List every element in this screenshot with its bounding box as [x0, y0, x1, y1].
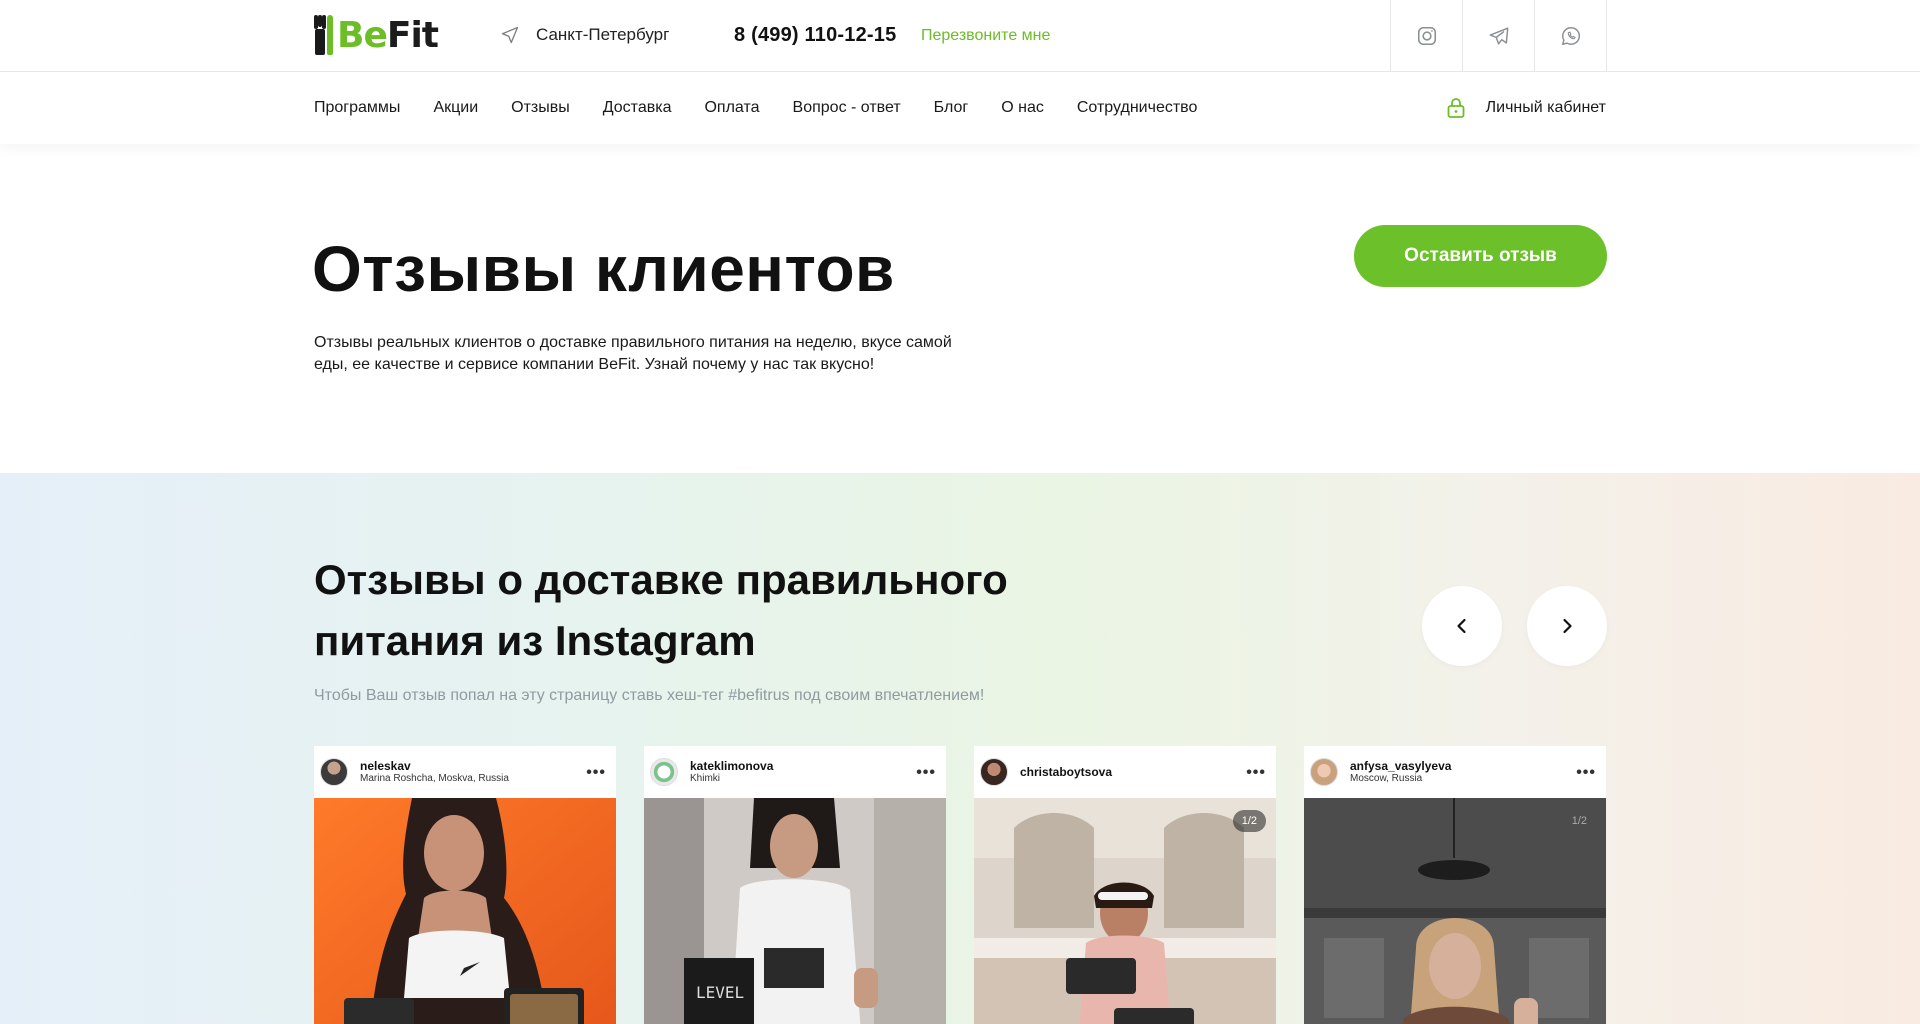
post-header: christaboytsova •••	[974, 746, 1276, 798]
post-username: anfysa_vasylyeva	[1350, 759, 1452, 773]
whatsapp-link[interactable]	[1535, 0, 1607, 72]
nav-item-faq[interactable]: Вопрос - ответ	[793, 99, 901, 117]
city-label: Санкт-Петербург	[536, 25, 670, 44]
nav-item-delivery[interactable]: Доставка	[603, 99, 672, 117]
nav-item-blog[interactable]: Блог	[934, 99, 969, 117]
more-options-icon[interactable]: •••	[1576, 764, 1596, 782]
logo-text: BeFit	[337, 15, 439, 56]
main-nav: Программы Акции Отзывы Доставка Оплата В…	[0, 72, 1920, 144]
more-options-icon[interactable]: •••	[1246, 764, 1266, 782]
logo-fork-knife-icon	[314, 15, 334, 57]
post-image: 1/2	[974, 798, 1276, 1024]
instagram-post[interactable]: anfysa_vasylyeva Moscow, Russia ••• 1/2	[1304, 746, 1606, 1024]
slide-counter: 1/2	[1232, 810, 1266, 832]
avatar	[980, 758, 1008, 786]
carousel-prev-button[interactable]	[1422, 586, 1502, 666]
nav-item-reviews[interactable]: Отзывы	[511, 99, 570, 117]
instagram-section-subtitle: Чтобы Ваш отзыв попал на эту страницу ст…	[314, 687, 985, 704]
lock-icon	[1447, 98, 1465, 118]
more-options-icon[interactable]: •••	[916, 764, 936, 782]
nav-item-cooperation[interactable]: Сотрудничество	[1077, 99, 1198, 117]
leave-review-button[interactable]: Оставить отзыв	[1354, 225, 1607, 287]
more-options-icon[interactable]: •••	[586, 764, 606, 782]
post-username: kateklimonova	[690, 759, 774, 773]
logo[interactable]: BeFit	[314, 15, 439, 57]
telegram-link[interactable]	[1463, 0, 1535, 72]
chevron-left-icon	[1457, 618, 1466, 634]
carousel-next-button[interactable]	[1527, 586, 1607, 666]
page-description: Отзывы реальных клиентов о доставке прав…	[314, 334, 952, 373]
account-label: Личный кабинет	[1485, 99, 1606, 116]
social-links	[1390, 0, 1607, 72]
svg-text:LEVEL: LEVEL	[696, 983, 744, 1002]
instagram-reviews-section: Отзывы о доставке правильного питания из…	[0, 473, 1920, 1024]
post-username: christaboytsova	[1020, 765, 1113, 779]
nav-item-payment[interactable]: Оплата	[704, 99, 759, 117]
nav-item-about[interactable]: О нас	[1001, 99, 1044, 117]
chevron-right-icon	[1563, 618, 1572, 634]
telegram-icon	[1489, 27, 1508, 45]
location-arrow-icon	[501, 26, 519, 44]
instagram-icon	[1417, 26, 1436, 46]
nav-list: Программы Акции Отзывы Доставка Оплата В…	[314, 72, 1230, 144]
post-image	[314, 798, 616, 1024]
account-link[interactable]: Личный кабинет	[1446, 72, 1606, 144]
top-bar: BeFit Санкт-Петербург 8 (499) 110-12-15 …	[0, 0, 1920, 72]
page-title: Отзывы клиентов	[312, 233, 895, 305]
instagram-link[interactable]	[1391, 0, 1463, 72]
instagram-post[interactable]: kateklimonova Khimki ••• LEVEL	[644, 746, 946, 1024]
post-image: LEVEL	[644, 798, 946, 1024]
callback-link[interactable]: Перезвоните мне	[921, 27, 1050, 45]
post-location: Khimki	[690, 773, 721, 784]
city-selector[interactable]: Санкт-Петербург	[500, 25, 669, 45]
whatsapp-icon	[1561, 27, 1580, 45]
avatar	[320, 758, 348, 786]
instagram-post[interactable]: christaboytsova ••• 1/2	[974, 746, 1276, 1024]
post-location: Marina Roshcha, Moskva, Russia	[360, 773, 509, 784]
instagram-section-title: Отзывы о доставке правильного питания из…	[314, 556, 1008, 664]
avatar	[1310, 758, 1338, 786]
post-username: neleskav	[360, 759, 411, 773]
phone-number[interactable]: 8 (499) 110-12-15	[734, 24, 896, 47]
avatar	[650, 758, 678, 786]
post-header: kateklimonova Khimki •••	[644, 746, 946, 798]
instagram-post[interactable]: neleskav Marina Roshcha, Moskva, Russia …	[314, 746, 616, 1024]
post-header: neleskav Marina Roshcha, Moskva, Russia …	[314, 746, 616, 798]
instagram-posts: neleskav Marina Roshcha, Moskva, Russia …	[314, 746, 1634, 1024]
nav-item-promotions[interactable]: Акции	[433, 99, 478, 117]
slide-counter: 1/2	[1571, 815, 1587, 827]
post-header: anfysa_vasylyeva Moscow, Russia •••	[1304, 746, 1606, 798]
post-location: Moscow, Russia	[1350, 773, 1423, 784]
nav-item-programs[interactable]: Программы	[314, 99, 400, 117]
post-image: 1/2	[1304, 798, 1606, 1024]
